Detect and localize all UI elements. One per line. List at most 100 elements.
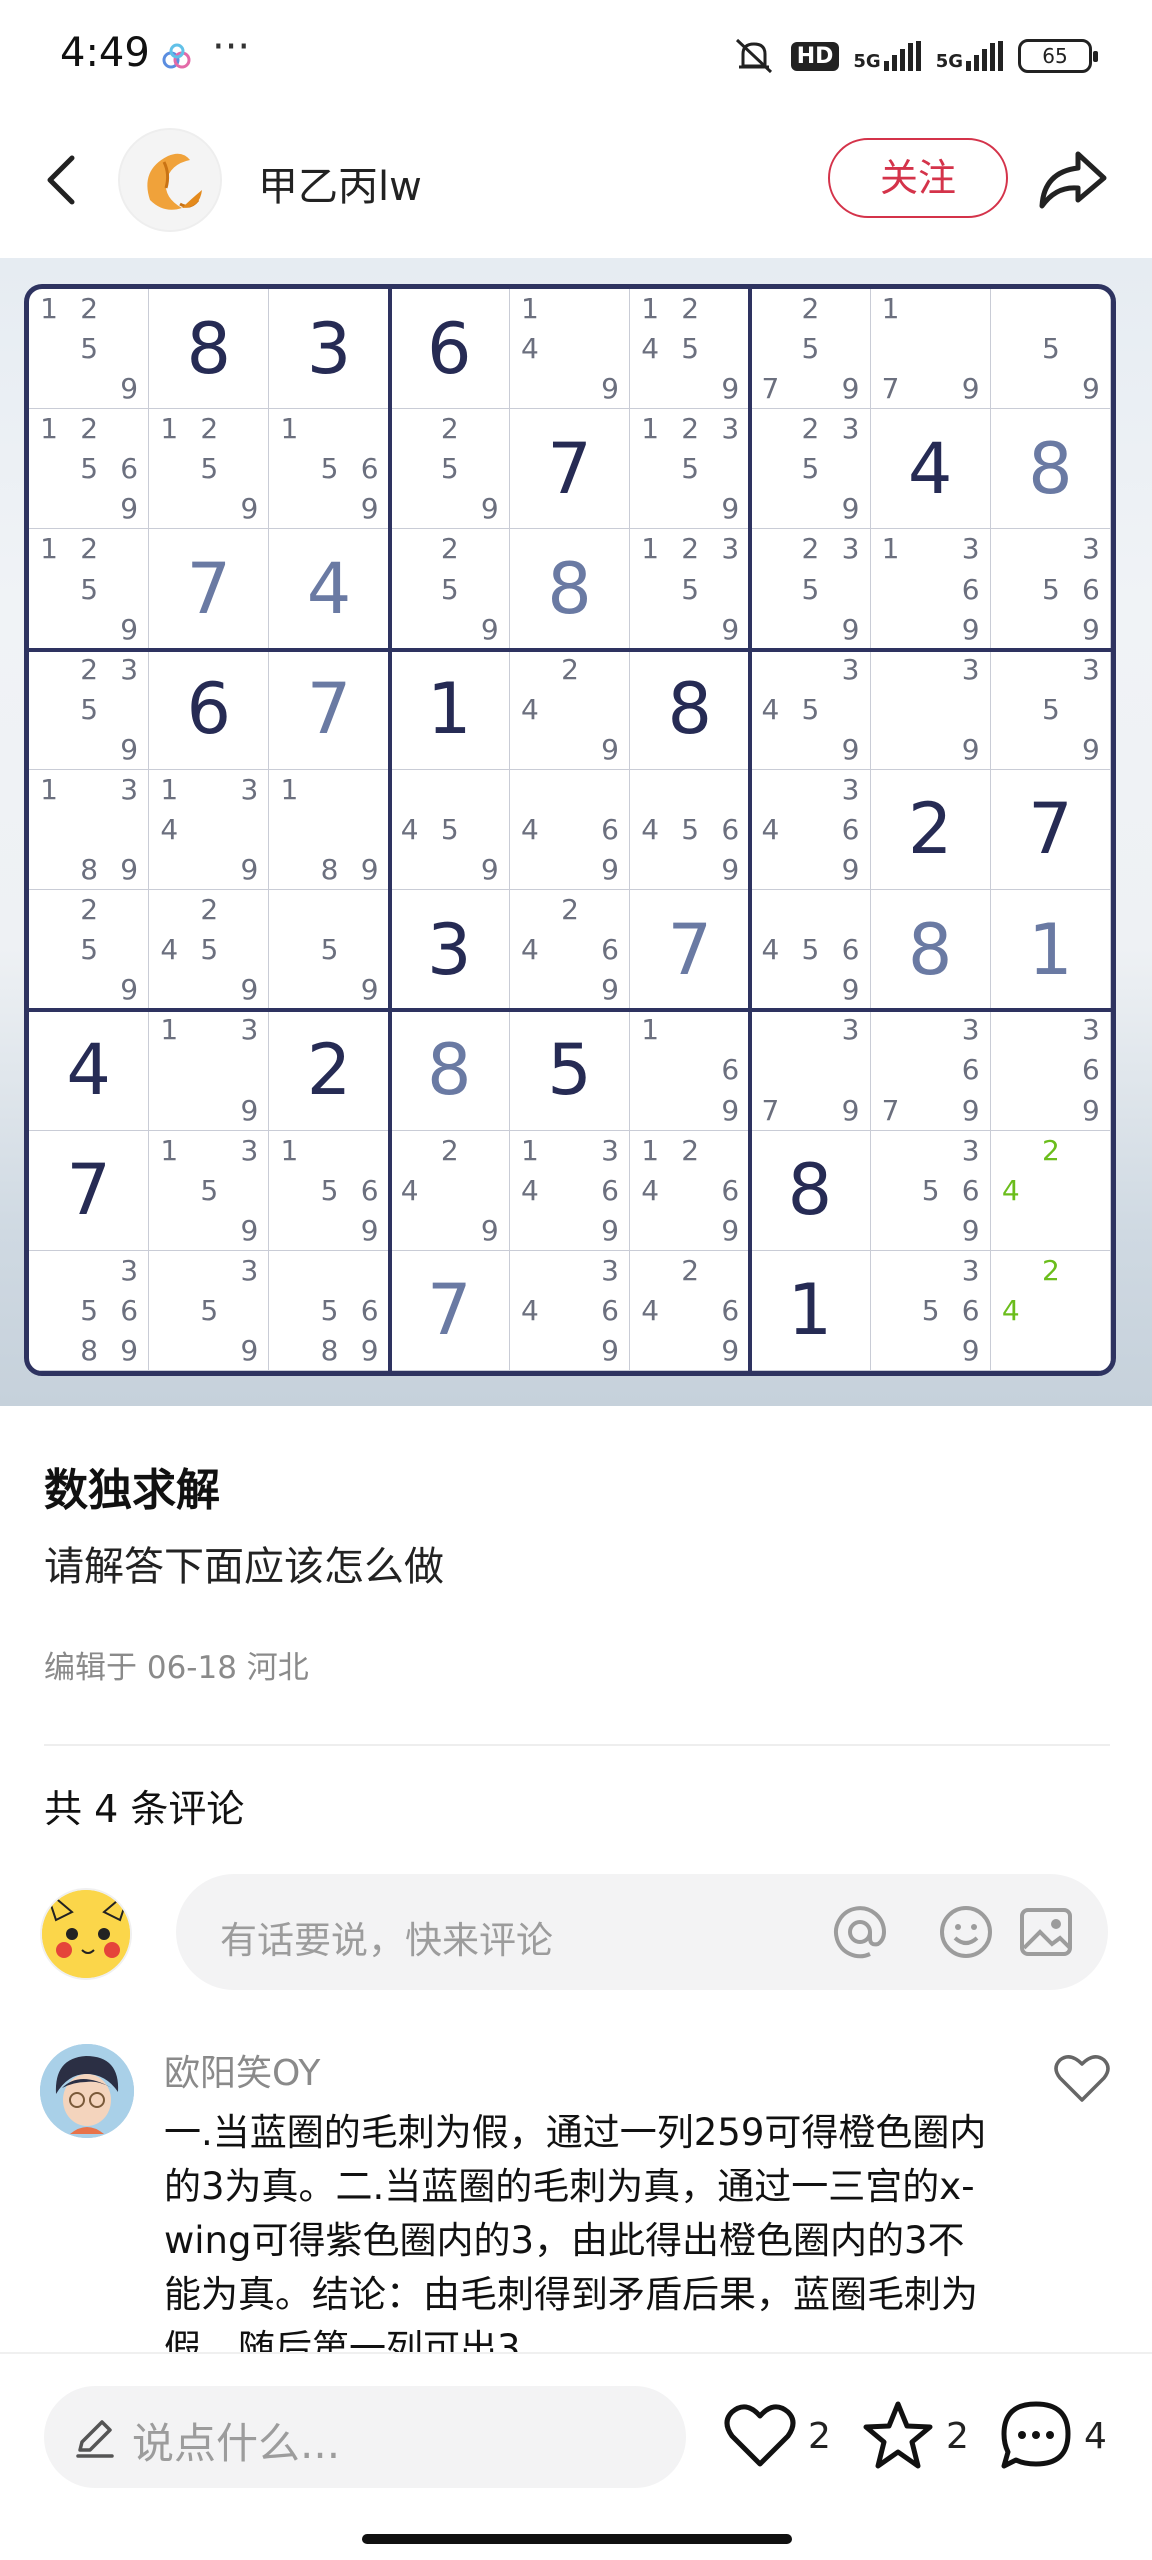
sudoku-candidate: 1: [280, 412, 299, 446]
emoji-icon[interactable]: [936, 1902, 996, 1962]
mention-icon[interactable]: [830, 1902, 890, 1962]
sudoku-candidate: 6: [360, 452, 379, 486]
more-notifications-icon: ···: [212, 24, 251, 70]
sudoku-candidate: 5: [801, 332, 820, 366]
comment-like-icon[interactable]: [1054, 2052, 1110, 2104]
author-name[interactable]: 甲乙丙lw: [258, 154, 422, 212]
sudoku-candidate: 5: [440, 452, 459, 486]
sudoku-candidate: 2: [200, 412, 219, 446]
sudoku-cell-r3c2: 7: [149, 529, 270, 650]
sudoku-candidate: 3: [961, 1133, 980, 1167]
sudoku-candidate: 9: [360, 973, 379, 1007]
sudoku-cell-r7c5: 5: [509, 1010, 631, 1131]
commenter-name[interactable]: 欧阳笑OY: [164, 2044, 320, 2096]
sudoku-candidate: 6: [360, 1173, 379, 1207]
sudoku-candidate: 5: [440, 812, 459, 846]
sudoku-candidate: 3: [601, 1253, 619, 1287]
sudoku-candidate: 4: [1001, 1293, 1020, 1327]
comment-total: 4: [1084, 2415, 1107, 2457]
sudoku-candidate: 4: [160, 933, 179, 967]
sudoku-candidate: 2: [561, 652, 579, 686]
sudoku-cell-r5c3: 1 89: [269, 769, 390, 891]
post-image[interactable]: 1259836149124592579179591256912591569259…: [0, 258, 1152, 1406]
sudoku-cell-r1c7: 2 57 9: [750, 289, 871, 410]
sudoku-cell-r4c6: 8: [630, 649, 751, 770]
commenter-avatar[interactable]: [40, 2044, 134, 2138]
sudoku-candidate: 9: [480, 492, 499, 526]
sudoku-cell-r2c5: 7: [509, 409, 631, 530]
sudoku-digit: 1: [787, 1269, 833, 1352]
like-count: 2: [808, 2415, 831, 2457]
sudoku-digit: 8: [787, 1149, 833, 1232]
sudoku-candidate: 5: [1041, 692, 1060, 726]
sudoku-cell-r2c7: 2359: [750, 409, 871, 530]
sudoku-candidate: 4: [641, 1173, 660, 1207]
sudoku-candidate: 9: [841, 853, 860, 887]
sudoku-digit: 7: [1028, 788, 1073, 871]
sudoku-digit: 8: [426, 1028, 472, 1111]
sudoku-digit: 7: [186, 548, 232, 631]
sudoku-candidate: 2: [80, 532, 99, 566]
sudoku-candidate: 9: [961, 732, 980, 766]
sudoku-cell-r5c6: 456 9: [630, 769, 751, 891]
sudoku-candidate: 2: [801, 412, 820, 446]
my-avatar: [40, 1888, 132, 1980]
sudoku-candidate: 9: [721, 492, 740, 526]
sudoku-candidate: 9: [841, 732, 860, 766]
signal-icon-2: 5G: [936, 41, 1004, 71]
sudoku-cell-r6c4: 3: [389, 890, 510, 1011]
follow-button[interactable]: 关注: [828, 138, 1008, 218]
sudoku-candidate: 4: [520, 692, 539, 726]
sudoku-candidate: 6: [841, 812, 860, 846]
sudoku-candidate: 9: [480, 1213, 499, 1247]
sudoku-candidate: 9: [601, 853, 619, 887]
sudoku-candidate: 9: [721, 1213, 740, 1247]
image-upload-icon[interactable]: [1016, 1902, 1076, 1962]
app-notification-icon: [162, 43, 191, 69]
sudoku-cell-r8c7: 8: [750, 1130, 871, 1251]
sudoku-candidate: 9: [721, 1333, 740, 1367]
sudoku-candidate: 6: [120, 452, 139, 486]
sudoku-candidate: 5: [681, 812, 700, 846]
sudoku-candidate: 3: [721, 532, 740, 566]
sudoku-candidate: 6: [601, 1173, 619, 1207]
home-indicator[interactable]: [362, 2534, 792, 2544]
sudoku-cell-r5c5: 4 6 9: [509, 769, 631, 891]
sudoku-candidate: 6: [1082, 1053, 1100, 1087]
sudoku-cell-r9c3: 5689: [269, 1250, 390, 1371]
sudoku-candidate: 3: [120, 1253, 139, 1287]
bottom-comment-input[interactable]: 说点什么...: [44, 2386, 686, 2488]
sudoku-candidate: 3: [240, 1013, 259, 1047]
sudoku-cell-r5c4: 459: [389, 769, 510, 891]
sudoku-candidate: 2: [80, 412, 99, 446]
sudoku-cell-r8c5: 1 3 4 6 9: [509, 1130, 631, 1251]
sudoku-cell-r7c8: 3 6 7 9: [870, 1010, 991, 1131]
sudoku-candidate: 4: [160, 812, 179, 846]
sudoku-candidate: 5: [320, 1173, 339, 1207]
sudoku-cell-r2c1: 12 56 9: [29, 409, 150, 530]
sudoku-cell-r9c9: 24: [990, 1250, 1111, 1371]
bottom-input-placeholder: 说点什么...: [132, 2419, 341, 2468]
share-button[interactable]: [1034, 142, 1110, 218]
sudoku-candidate: 3: [120, 652, 139, 686]
author-avatar[interactable]: [118, 128, 222, 232]
sudoku-candidate: 6: [721, 1293, 740, 1327]
sudoku-digit: 3: [306, 307, 352, 390]
sudoku-cell-r6c8: 8: [870, 890, 991, 1011]
comment-button[interactable]: 4: [998, 2396, 1107, 2476]
sudoku-candidate: 3: [240, 1133, 259, 1167]
sudoku-candidate: 1: [40, 292, 58, 326]
sudoku-digit: 1: [1028, 908, 1073, 991]
sudoku-candidate: 4: [1001, 1173, 1020, 1207]
comment-input[interactable]: 有话要说，快来评论: [176, 1874, 1108, 1990]
sudoku-candidate: 1: [160, 772, 179, 806]
sudoku-digit: 2: [306, 1028, 352, 1111]
favorite-button[interactable]: 2: [860, 2396, 969, 2476]
like-button[interactable]: 2: [722, 2396, 831, 2476]
comment-count: 共 4 条评论: [44, 1787, 245, 1831]
sudoku-candidate: 1: [160, 1133, 179, 1167]
sudoku-candidate: 2: [200, 893, 219, 927]
sudoku-cell-r7c3: 2: [269, 1010, 390, 1131]
back-button[interactable]: [34, 150, 94, 210]
sudoku-cell-r2c6: 12359: [630, 409, 751, 530]
